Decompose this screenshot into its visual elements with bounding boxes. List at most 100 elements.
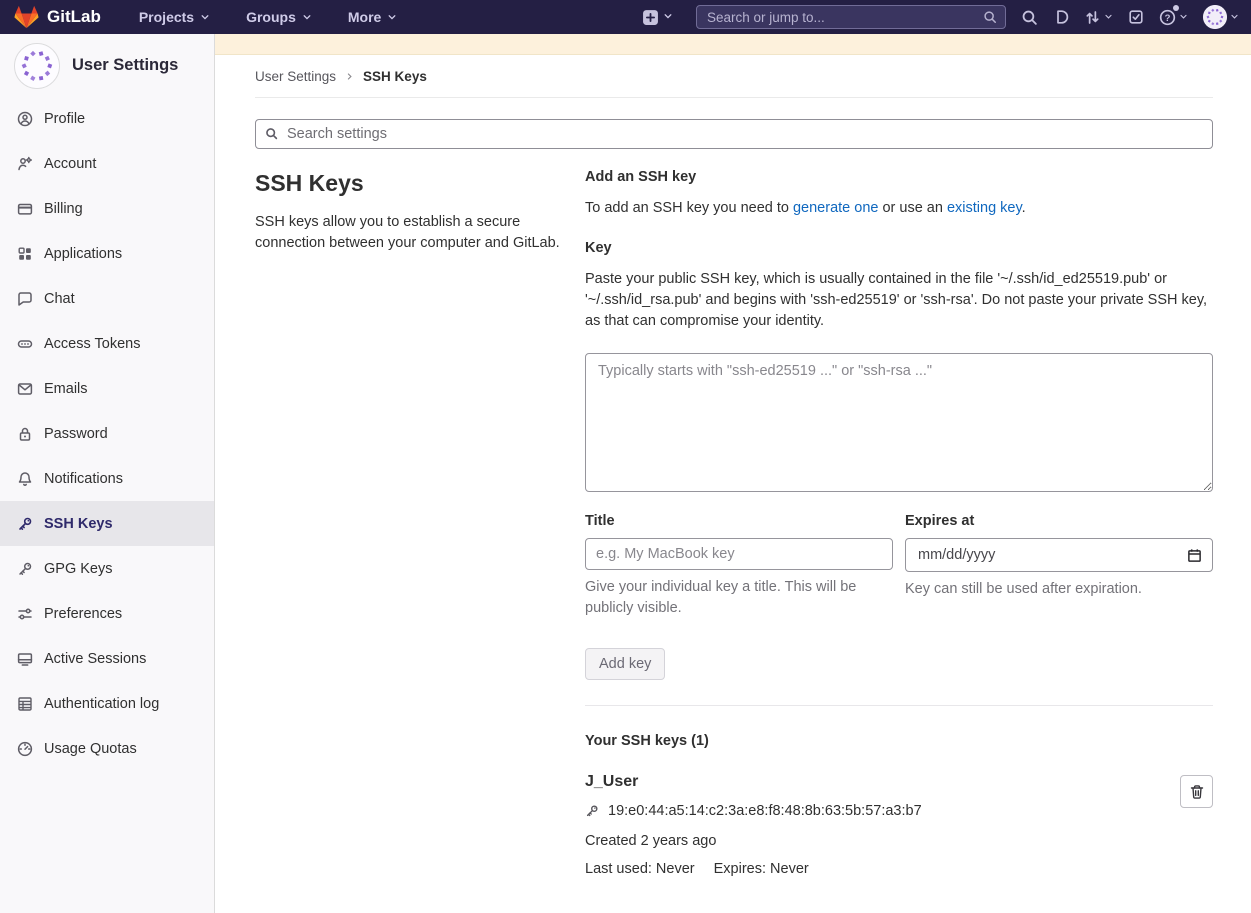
ssh-key-details: J_User 19:e0:44:a5:14:c2:3a:e8:f8:48:8b:… bbox=[585, 773, 922, 877]
existing-key-link[interactable]: existing key bbox=[947, 200, 1022, 216]
merge-requests-button[interactable] bbox=[1084, 8, 1113, 26]
sidebar-item-preferences[interactable]: Preferences bbox=[0, 591, 214, 636]
section-form: Add an SSH key To add an SSH key you nee… bbox=[585, 168, 1213, 877]
chevron-right-icon bbox=[345, 72, 354, 81]
user-menu-button[interactable] bbox=[1203, 5, 1239, 29]
ssh-key-textarea[interactable] bbox=[585, 353, 1213, 492]
usage-quotas-icon bbox=[17, 741, 33, 757]
settings-search-input[interactable] bbox=[255, 119, 1213, 149]
sidebar-item-chat[interactable]: Chat bbox=[0, 276, 214, 321]
brand-name: GitLab bbox=[47, 7, 101, 27]
search-button[interactable] bbox=[1021, 9, 1038, 26]
expires-field-help: Key can still be used after expiration. bbox=[905, 579, 1213, 600]
ssh-key-meta: Last used: Never Expires: Never bbox=[585, 861, 922, 877]
avatar bbox=[1203, 5, 1227, 29]
nav-more[interactable]: More bbox=[348, 9, 397, 25]
sidebar-item-gpg-keys[interactable]: GPG Keys bbox=[0, 546, 214, 591]
settings-search bbox=[255, 119, 1213, 149]
user-avatar bbox=[14, 43, 60, 89]
billing-icon bbox=[17, 201, 33, 217]
sidebar-item-ssh-keys[interactable]: SSH Keys bbox=[0, 501, 214, 546]
key-field-label: Key bbox=[585, 240, 1213, 256]
search-icon bbox=[265, 127, 278, 145]
chevron-down-icon bbox=[1104, 8, 1113, 26]
issues-icon bbox=[1053, 9, 1069, 25]
gitlab-logo[interactable]: GitLab bbox=[14, 5, 101, 29]
help-icon: ? bbox=[1159, 9, 1176, 26]
chevron-down-icon bbox=[1230, 8, 1239, 26]
password-icon bbox=[17, 426, 33, 442]
ssh-keys-icon bbox=[17, 516, 33, 532]
breadcrumb-ssh-keys: SSH Keys bbox=[363, 69, 427, 84]
search-icon bbox=[1021, 9, 1038, 26]
sidebar-item-authentication-log[interactable]: Authentication log bbox=[0, 681, 214, 726]
sidebar-item-profile[interactable]: Profile bbox=[0, 96, 214, 141]
global-search-placeholder: Search or jump to... bbox=[707, 10, 825, 25]
delete-key-button[interactable] bbox=[1180, 775, 1213, 808]
new-menu-button[interactable] bbox=[642, 8, 673, 26]
expires-date-input[interactable]: mm/dd/yyyy bbox=[905, 538, 1213, 572]
page-description: SSH keys allow you to establish a secure… bbox=[255, 212, 560, 254]
section-intro: SSH Keys SSH keys allow you to establish… bbox=[255, 168, 560, 877]
key-title-input[interactable] bbox=[585, 538, 893, 570]
chevron-down-icon bbox=[1179, 8, 1188, 26]
title-field-group: Title Give your individual key a title. … bbox=[585, 513, 893, 619]
notifications-icon bbox=[17, 471, 33, 487]
ssh-key-created: Created 2 years ago bbox=[585, 833, 922, 849]
title-field-label: Title bbox=[585, 513, 893, 529]
chevron-down-icon bbox=[302, 9, 312, 25]
primary-nav: Projects Groups More bbox=[139, 9, 397, 25]
expires-field-label: Expires at bbox=[905, 513, 1213, 529]
calendar-icon[interactable] bbox=[1187, 548, 1202, 563]
todos-icon bbox=[1128, 9, 1144, 25]
authentication-log-icon bbox=[17, 696, 33, 712]
search-icon bbox=[983, 10, 997, 24]
trash-icon bbox=[1189, 784, 1205, 800]
ssh-key-last-used: Last used: Never bbox=[585, 861, 695, 877]
chevron-down-icon bbox=[663, 8, 673, 26]
ssh-key-fingerprint: 19:e0:44:a5:14:c2:3a:e8:f8:48:8b:63:5b:5… bbox=[608, 803, 922, 819]
ssh-key-fingerprint-row: 19:e0:44:a5:14:c2:3a:e8:f8:48:8b:63:5b:5… bbox=[585, 803, 922, 819]
tanuki-icon bbox=[14, 5, 39, 29]
add-ssh-key-heading: Add an SSH key bbox=[585, 169, 1213, 185]
notification-dot bbox=[1173, 5, 1179, 11]
sidebar-item-access-tokens[interactable]: Access Tokens bbox=[0, 321, 214, 366]
account-icon bbox=[17, 156, 33, 172]
profile-icon bbox=[17, 111, 33, 127]
ssh-key-expires: Expires: Never bbox=[714, 861, 809, 877]
main-content: User Settings SSH Keys SSH Keys SSH keys… bbox=[215, 55, 1251, 907]
svg-text:?: ? bbox=[1165, 12, 1171, 23]
chevron-down-icon bbox=[200, 9, 210, 25]
help-button[interactable]: ? bbox=[1159, 8, 1188, 26]
nav-groups[interactable]: Groups bbox=[246, 9, 312, 25]
chevron-down-icon bbox=[387, 9, 397, 25]
breadcrumb-user-settings[interactable]: User Settings bbox=[255, 69, 336, 84]
date-placeholder: mm/dd/yyyy bbox=[918, 547, 995, 563]
sidebar-nav: Profile Account Billing Applications Cha… bbox=[0, 96, 214, 771]
todos-button[interactable] bbox=[1128, 9, 1144, 25]
gpg-keys-icon bbox=[17, 561, 33, 577]
sidebar-item-billing[interactable]: Billing bbox=[0, 186, 214, 231]
chat-icon bbox=[17, 291, 33, 307]
key-field-help: Paste your public SSH key, which is usua… bbox=[585, 269, 1213, 332]
sidebar-item-applications[interactable]: Applications bbox=[0, 231, 214, 276]
sidebar-item-usage-quotas[interactable]: Usage Quotas bbox=[0, 726, 214, 771]
sidebar-item-active-sessions[interactable]: Active Sessions bbox=[0, 636, 214, 681]
add-key-button[interactable]: Add key bbox=[585, 648, 665, 680]
sidebar-title: User Settings bbox=[72, 56, 178, 75]
nav-projects[interactable]: Projects bbox=[139, 9, 210, 25]
issues-button[interactable] bbox=[1053, 9, 1069, 25]
active-sessions-icon bbox=[17, 651, 33, 667]
sidebar-header: User Settings bbox=[0, 34, 214, 96]
sidebar-item-account[interactable]: Account bbox=[0, 141, 214, 186]
applications-icon bbox=[17, 246, 33, 262]
top-navbar: GitLab Projects Groups More Searc bbox=[0, 0, 1251, 34]
merge-requests-icon bbox=[1084, 9, 1101, 26]
sidebar-item-emails[interactable]: Emails bbox=[0, 366, 214, 411]
sidebar-item-notifications[interactable]: Notifications bbox=[0, 456, 214, 501]
global-search-input[interactable]: Search or jump to... bbox=[696, 5, 1006, 29]
ssh-key-name: J_User bbox=[585, 773, 922, 791]
sidebar-item-password[interactable]: Password bbox=[0, 411, 214, 456]
page-title: SSH Keys bbox=[255, 170, 560, 197]
generate-one-link[interactable]: generate one bbox=[793, 200, 878, 216]
